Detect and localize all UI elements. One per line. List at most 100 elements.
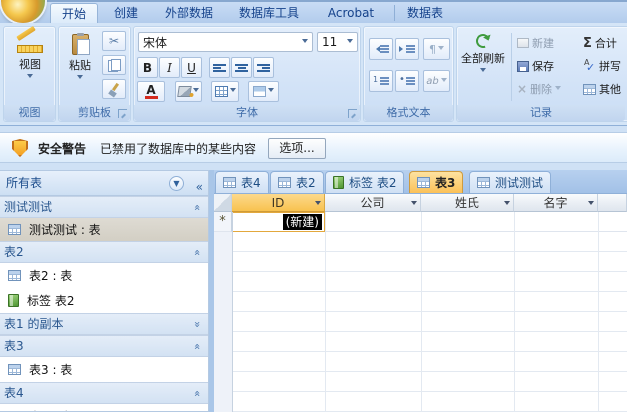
- totals-button[interactable]: Σ 合计: [583, 35, 617, 51]
- grid-vline: [232, 212, 233, 412]
- numbered-list-icon: [373, 76, 389, 87]
- column-label: 名字: [543, 194, 567, 211]
- align-left-button[interactable]: [209, 57, 230, 78]
- ribbon-tab-create[interactable]: 创建: [104, 3, 148, 23]
- font-size-combo[interactable]: 11: [317, 32, 358, 52]
- align-right-button[interactable]: [253, 57, 274, 78]
- column-dropdown-icon[interactable]: [588, 201, 594, 208]
- table-icon: [477, 177, 490, 188]
- sidebar-group-ceshiceshi[interactable]: 测试测试 «: [0, 196, 208, 218]
- new-record-id-cell[interactable]: (新建): [232, 212, 325, 232]
- table-icon: [223, 177, 236, 188]
- ribbon-tab-external-data[interactable]: 外部数据: [156, 3, 222, 23]
- alternate-fill-button[interactable]: [248, 81, 279, 102]
- font-color-bar-icon: [145, 96, 158, 99]
- sidebar-group-table4[interactable]: 表4 «: [0, 382, 208, 404]
- bold-label: B: [143, 61, 152, 75]
- datasheet[interactable]: ID 公司 姓氏 名字 * (新建): [214, 194, 627, 412]
- ribbon-tab-bar: 开始 创建 外部数据 数据库工具 Acrobat 数据表: [0, 2, 627, 23]
- column-dropdown-icon[interactable]: [411, 201, 417, 208]
- spelling-check-icon: [583, 60, 596, 73]
- fill-bucket-icon: [177, 86, 192, 97]
- increase-indent-button[interactable]: [395, 38, 419, 60]
- sigma-icon: Σ: [583, 37, 592, 50]
- navigation-menu-arrow-icon[interactable]: ▼: [169, 176, 184, 191]
- group-label: 表2: [4, 242, 24, 262]
- new-record-button[interactable]: 新建: [517, 35, 554, 51]
- italic-button[interactable]: I: [159, 57, 180, 78]
- chevron-down-icon[interactable]: »: [192, 321, 203, 328]
- document-tab-table3[interactable]: 表3: [409, 171, 463, 193]
- decrease-indent-button[interactable]: [369, 38, 393, 60]
- refresh-all-button[interactable]: 全部刷新: [459, 29, 507, 105]
- column-dropdown-icon[interactable]: [315, 201, 321, 208]
- chevron-up-icon[interactable]: «: [192, 249, 203, 256]
- sidebar-item-table2[interactable]: 表2 : 表: [0, 263, 208, 288]
- copy-button[interactable]: [102, 55, 126, 75]
- cut-button[interactable]: ✂: [102, 31, 126, 51]
- item-label: 表2 : 表: [29, 267, 72, 284]
- ribbon-tab-datasheet[interactable]: 数据表: [400, 3, 450, 23]
- document-tab-label-table2[interactable]: 标签 表2: [325, 171, 404, 193]
- sidebar-group-table3[interactable]: 表3 «: [0, 335, 208, 357]
- document-tab-table4[interactable]: 表4: [215, 171, 269, 193]
- highlight-button[interactable]: ab: [423, 70, 450, 92]
- new-record-label: 新建: [532, 35, 554, 51]
- ribbon-tab-database-tools[interactable]: 数据库工具: [228, 3, 310, 23]
- chevron-up-icon[interactable]: «: [192, 390, 203, 397]
- sidebar-group-table2[interactable]: 表2 «: [0, 241, 208, 263]
- paste-dropdown-icon: [77, 75, 83, 82]
- grid-vline: [421, 212, 422, 412]
- select-all-corner[interactable]: [214, 194, 232, 212]
- text-direction-button[interactable]: ¶: [423, 38, 450, 60]
- save-button[interactable]: 保存: [517, 58, 554, 74]
- font-name-combo[interactable]: 宋体: [138, 32, 313, 52]
- document-tab-ceshiceshi[interactable]: 测试测试: [469, 171, 551, 193]
- sidebar-item-ceshiceshi-table[interactable]: 测试测试 : 表: [0, 218, 208, 241]
- clipboard-dialog-launcher-icon[interactable]: [118, 109, 127, 118]
- new-record-row-selector[interactable]: *: [214, 212, 232, 232]
- sidebar-group-table1-copy[interactable]: 表1 的副本 »: [0, 313, 208, 335]
- office-button[interactable]: [1, 0, 45, 23]
- font-dialog-launcher-icon[interactable]: [348, 109, 357, 118]
- column-header-company[interactable]: 公司: [325, 194, 421, 212]
- view-button[interactable]: 视图: [8, 29, 52, 105]
- underline-button[interactable]: U: [181, 57, 202, 78]
- sidebar-item-table4[interactable]: 表4 : 表: [0, 404, 208, 412]
- gridlines-button[interactable]: [211, 81, 239, 102]
- column-header-partial[interactable]: [598, 194, 627, 212]
- sidebar-item-label-table2[interactable]: 标签 表2: [0, 288, 208, 313]
- document-tab-table2[interactable]: 表2: [270, 171, 324, 193]
- fill-color-button[interactable]: [175, 81, 202, 102]
- column-header-id[interactable]: ID: [232, 194, 325, 212]
- more-button[interactable]: 其他: [583, 81, 621, 97]
- security-options-button[interactable]: 选项...: [268, 138, 326, 159]
- shutter-collapse-icon[interactable]: «: [196, 175, 203, 199]
- navigation-pane-header[interactable]: 所有表 ▼ «: [0, 171, 208, 196]
- column-header-lastname[interactable]: 姓氏: [421, 194, 514, 212]
- chevron-up-icon[interactable]: «: [192, 343, 203, 350]
- font-color-button[interactable]: A: [137, 81, 165, 102]
- bold-button[interactable]: B: [137, 57, 158, 78]
- sidebar-item-table3[interactable]: 表3 : 表: [0, 357, 208, 382]
- records-group-label: 记录: [457, 105, 625, 121]
- delete-button[interactable]: × 删除: [517, 81, 561, 97]
- paste-button[interactable]: 粘贴: [62, 29, 98, 105]
- format-painter-button[interactable]: [102, 79, 126, 99]
- column-header-firstname[interactable]: 名字: [514, 194, 598, 212]
- numbered-list-button[interactable]: [369, 70, 393, 92]
- bullet-list-button[interactable]: [395, 70, 419, 92]
- column-dropdown-icon[interactable]: [504, 201, 510, 208]
- new-record-empty-cells[interactable]: [325, 212, 627, 232]
- tab-label: 表4: [241, 174, 261, 191]
- item-label: 表3 : 表: [29, 361, 72, 378]
- ribbon-tab-home[interactable]: 开始: [50, 3, 98, 23]
- font-color-letter: A: [146, 85, 155, 95]
- increase-indent-icon: [399, 44, 415, 55]
- cut-scissors-icon: ✂: [109, 35, 119, 47]
- spelling-button[interactable]: 拼写: [583, 58, 621, 74]
- font-size-value: 11: [322, 35, 337, 49]
- align-center-button[interactable]: [231, 57, 252, 78]
- ribbon-tab-acrobat[interactable]: Acrobat: [322, 3, 380, 23]
- chevron-up-icon[interactable]: «: [192, 204, 203, 211]
